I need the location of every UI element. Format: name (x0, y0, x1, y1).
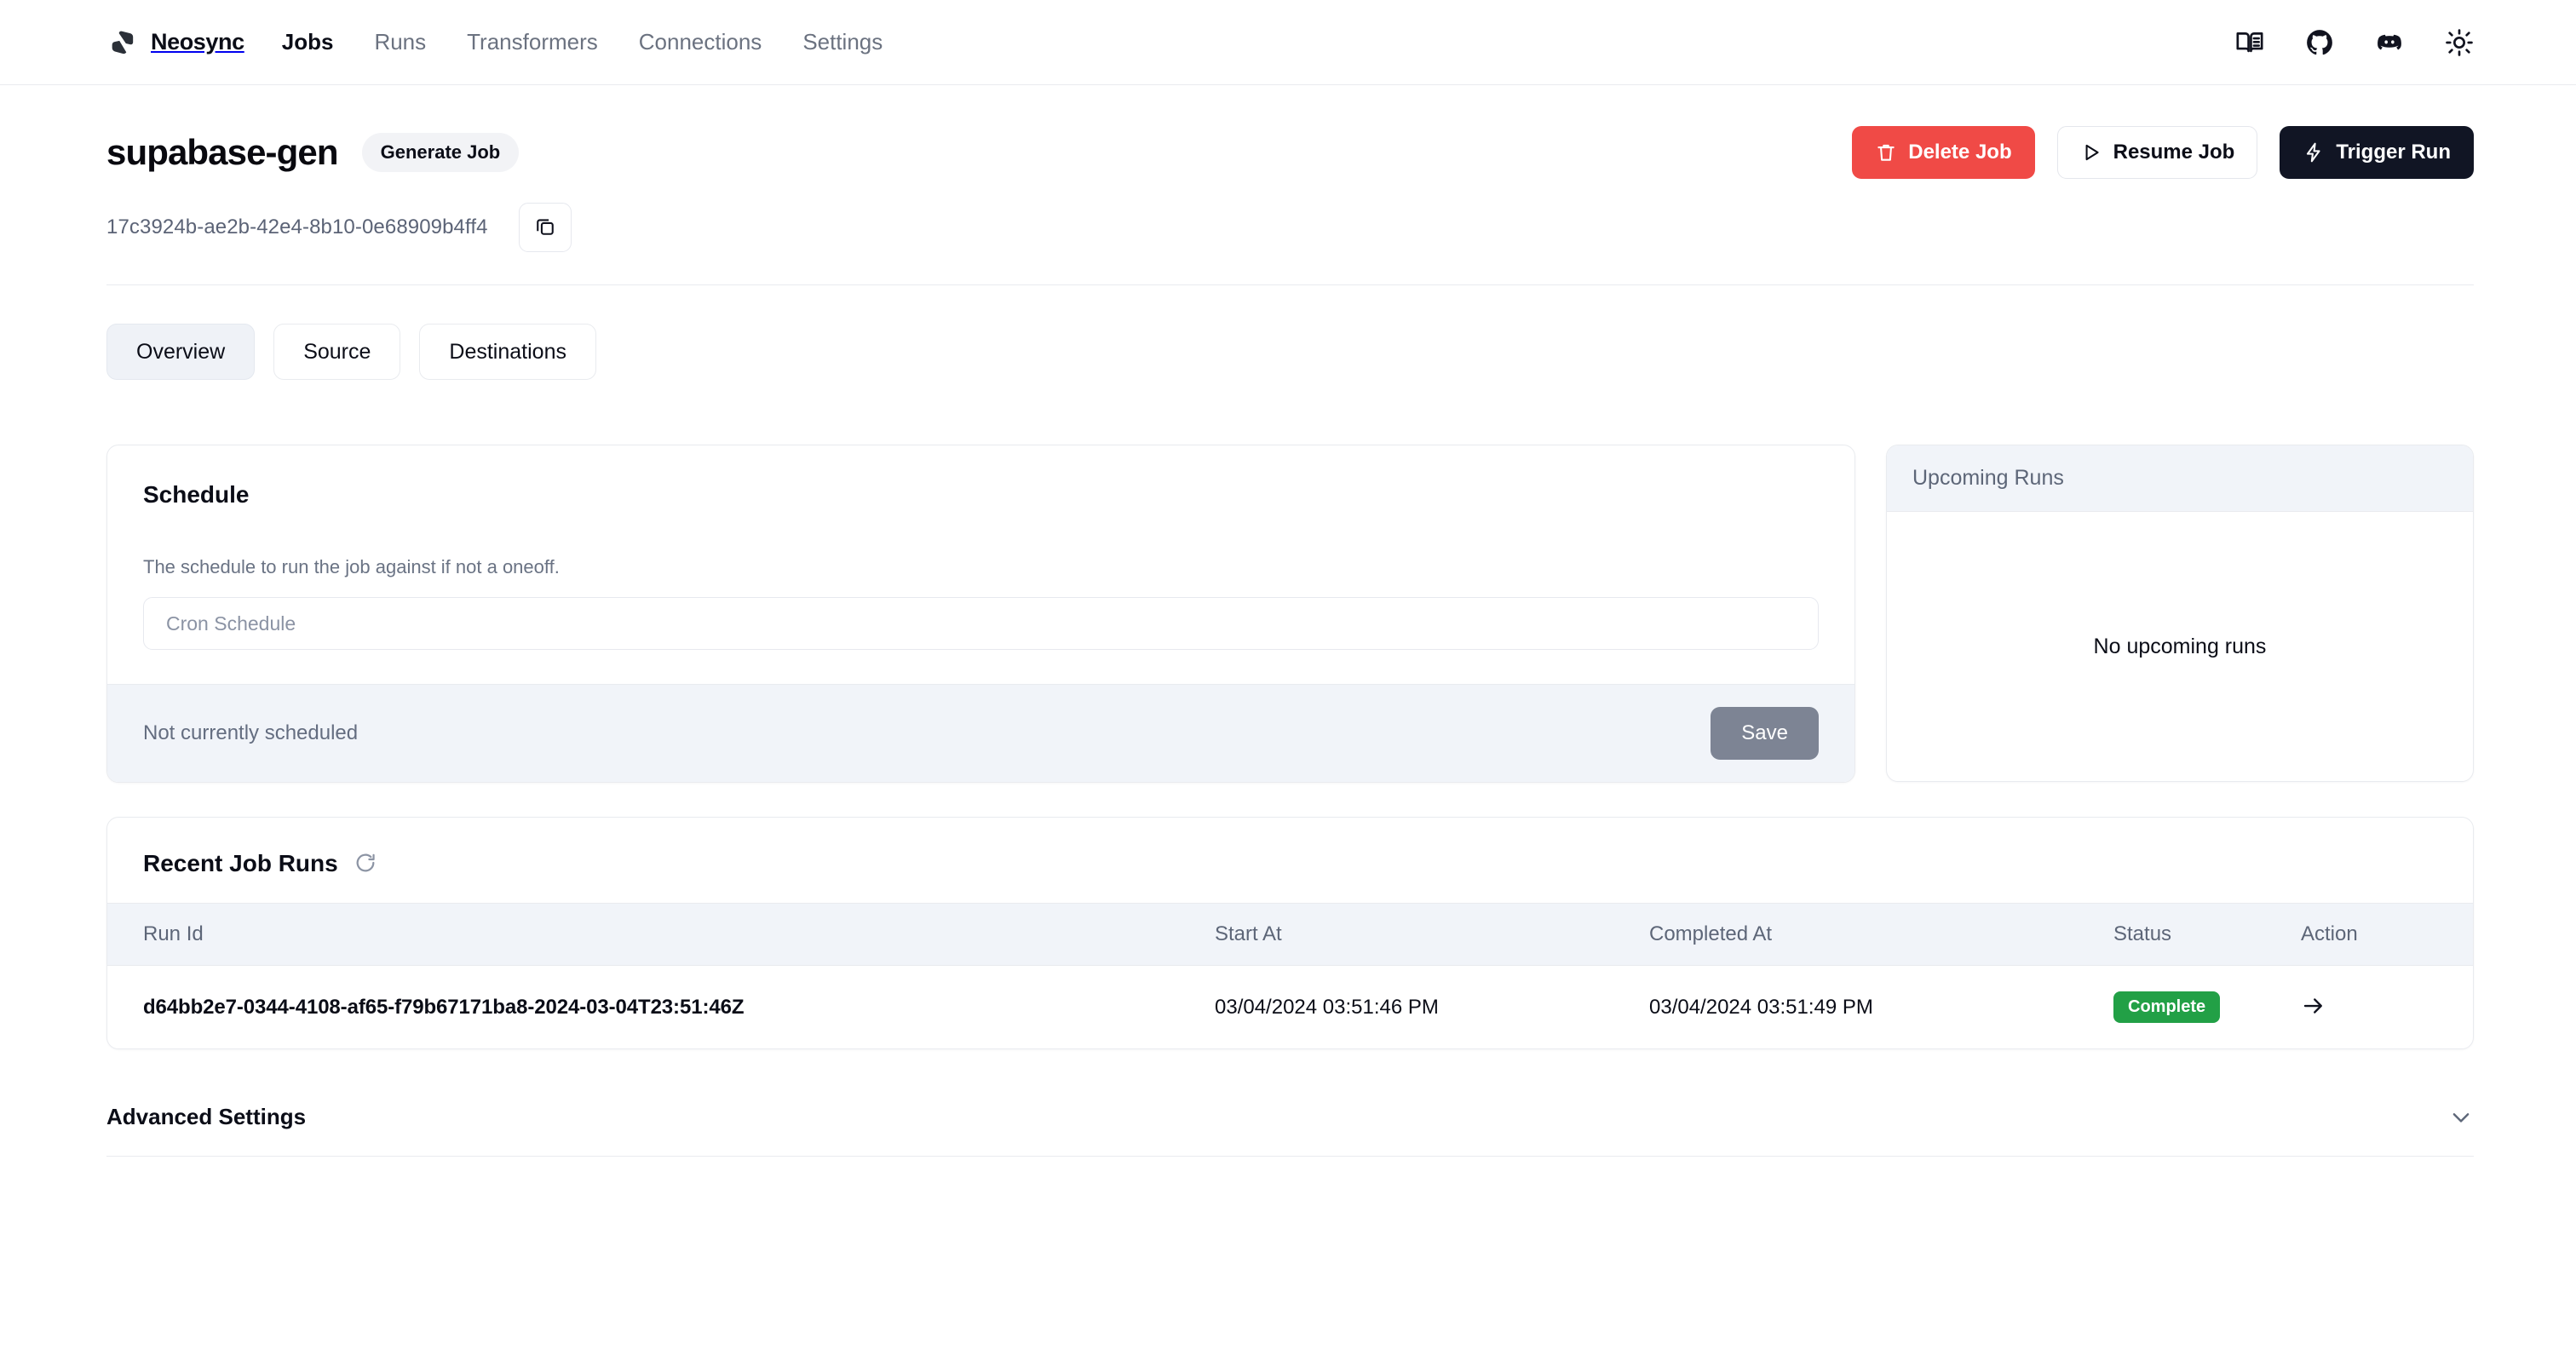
table-row[interactable]: d64bb2e7-0344-4108-af65-f79b67171ba8-202… (107, 966, 2473, 1049)
tab-list: Overview Source Destinations (106, 324, 2474, 380)
nav-item-runs[interactable]: Runs (374, 29, 426, 55)
copy-job-id-button[interactable] (518, 203, 572, 252)
column-header-action: Action (2301, 922, 2358, 945)
cell-start-at: 03/04/2024 03:51:46 PM (1215, 995, 1439, 1019)
refresh-button[interactable] (354, 851, 377, 877)
table-body: d64bb2e7-0344-4108-af65-f79b67171ba8-202… (107, 966, 2473, 1049)
column-header-start-at: Start At (1215, 922, 1282, 945)
delete-job-button[interactable]: Delete Job (1852, 126, 2035, 179)
run-id-value: d64bb2e7-0344-4108-af65-f79b67171ba8-202… (143, 995, 745, 1019)
status-badge: Complete (2113, 991, 2221, 1023)
nav-item-transformers[interactable]: Transformers (467, 29, 598, 55)
save-button[interactable]: Save (1711, 707, 1819, 760)
schedule-description: The schedule to run the job against if n… (143, 556, 560, 577)
lightning-bolt-icon (2303, 141, 2325, 164)
tab-overview[interactable]: Overview (106, 324, 256, 380)
page-title-row: supabase-gen Generate Job Delete Job Res… (106, 85, 2474, 179)
trigger-run-label: Trigger Run (2336, 141, 2451, 164)
recent-job-runs-table: Run Id Start At Completed At Status Acti… (107, 903, 2473, 1048)
upcoming-runs-header: Upcoming Runs (1887, 445, 2473, 512)
column-header-run-id: Run Id (143, 922, 204, 945)
recent-job-runs-title: Recent Job Runs (143, 850, 338, 876)
resume-job-label: Resume Job (2113, 141, 2235, 164)
cell-completed-at: 03/04/2024 03:51:49 PM (1649, 995, 1873, 1019)
cron-schedule-input[interactable] (143, 597, 1819, 650)
column-header-status: Status (2113, 922, 2172, 945)
tab-source[interactable]: Source (273, 324, 401, 380)
cell-action (2301, 966, 2473, 1049)
upcoming-runs-empty-message: No upcoming runs (2093, 634, 2267, 658)
page-content: supabase-gen Generate Job Delete Job Res… (0, 85, 2576, 1157)
header-divider (106, 284, 2474, 285)
nav-item-connections[interactable]: Connections (639, 29, 762, 55)
job-id-value: 17c3924b-ae2b-42e4-8b10-0e68909b4ff4 (106, 215, 488, 238)
upcoming-runs-card: Upcoming Runs No upcoming runs (1886, 445, 2474, 782)
brand-name: Neosync (151, 29, 244, 55)
cell-run-id: d64bb2e7-0344-4108-af65-f79b67171ba8-202… (107, 966, 1215, 1049)
nav-item-jobs[interactable]: Jobs (282, 29, 334, 55)
schedule-card-footer: Not currently scheduled Save (107, 684, 1854, 782)
tab-destinations[interactable]: Destinations (419, 324, 596, 380)
upcoming-runs-body: No upcoming runs (1887, 512, 2473, 781)
view-run-button[interactable] (2301, 993, 2326, 1021)
discord-icon[interactable] (2375, 28, 2404, 57)
schedule-status-text: Not currently scheduled (143, 721, 359, 744)
page-title: supabase-gen (106, 132, 339, 172)
recent-job-runs-header: Recent Job Runs (107, 818, 2473, 903)
brand-home-link[interactable]: Neosync (106, 26, 244, 59)
play-icon (2080, 141, 2102, 164)
delete-job-label: Delete Job (1908, 141, 2012, 164)
schedule-title: Schedule (143, 481, 250, 508)
recent-job-runs-card: Recent Job Runs Run Id Start At Complete… (106, 817, 2474, 1049)
book-icon[interactable] (2235, 28, 2264, 57)
schedule-card: Schedule The schedule to run the job aga… (106, 445, 1855, 783)
arrow-right-icon (2301, 993, 2326, 1021)
resume-job-button[interactable]: Resume Job (2056, 126, 2258, 179)
primary-nav: Jobs Runs Transformers Connections Setti… (282, 29, 883, 55)
job-id-row: 17c3924b-ae2b-42e4-8b10-0e68909b4ff4 (106, 203, 2474, 252)
upcoming-runs-title: Upcoming Runs (1912, 466, 2064, 490)
neosync-logo-icon (106, 26, 139, 59)
advanced-settings-section[interactable]: Advanced Settings (106, 1104, 2474, 1157)
trigger-run-button[interactable]: Trigger Run (2280, 126, 2474, 179)
table-header-row: Run Id Start At Completed At Status Acti… (107, 903, 2473, 966)
schedule-card-body: Schedule The schedule to run the job aga… (107, 445, 1854, 684)
refresh-icon (354, 851, 377, 877)
nav-icon-group (2235, 28, 2474, 57)
table-header: Run Id Start At Completed At Status Acti… (107, 903, 2473, 966)
nav-item-settings[interactable]: Settings (802, 29, 883, 55)
top-navigation-bar: Neosync Jobs Runs Transformers Connectio… (0, 0, 2576, 85)
job-type-badge: Generate Job (361, 133, 520, 172)
copy-icon (533, 215, 557, 241)
cell-status: Complete (2113, 966, 2301, 1049)
overview-grid: Schedule The schedule to run the job aga… (106, 445, 2474, 783)
trash-icon (1875, 141, 1897, 164)
column-header-completed-at: Completed At (1649, 922, 1773, 945)
sun-icon[interactable] (2445, 28, 2474, 57)
github-icon[interactable] (2305, 28, 2334, 57)
advanced-settings-title: Advanced Settings (106, 1104, 307, 1129)
chevron-down-icon[interactable] (2448, 1105, 2474, 1130)
page-actions: Delete Job Resume Job Trigger Run (1852, 126, 2474, 179)
